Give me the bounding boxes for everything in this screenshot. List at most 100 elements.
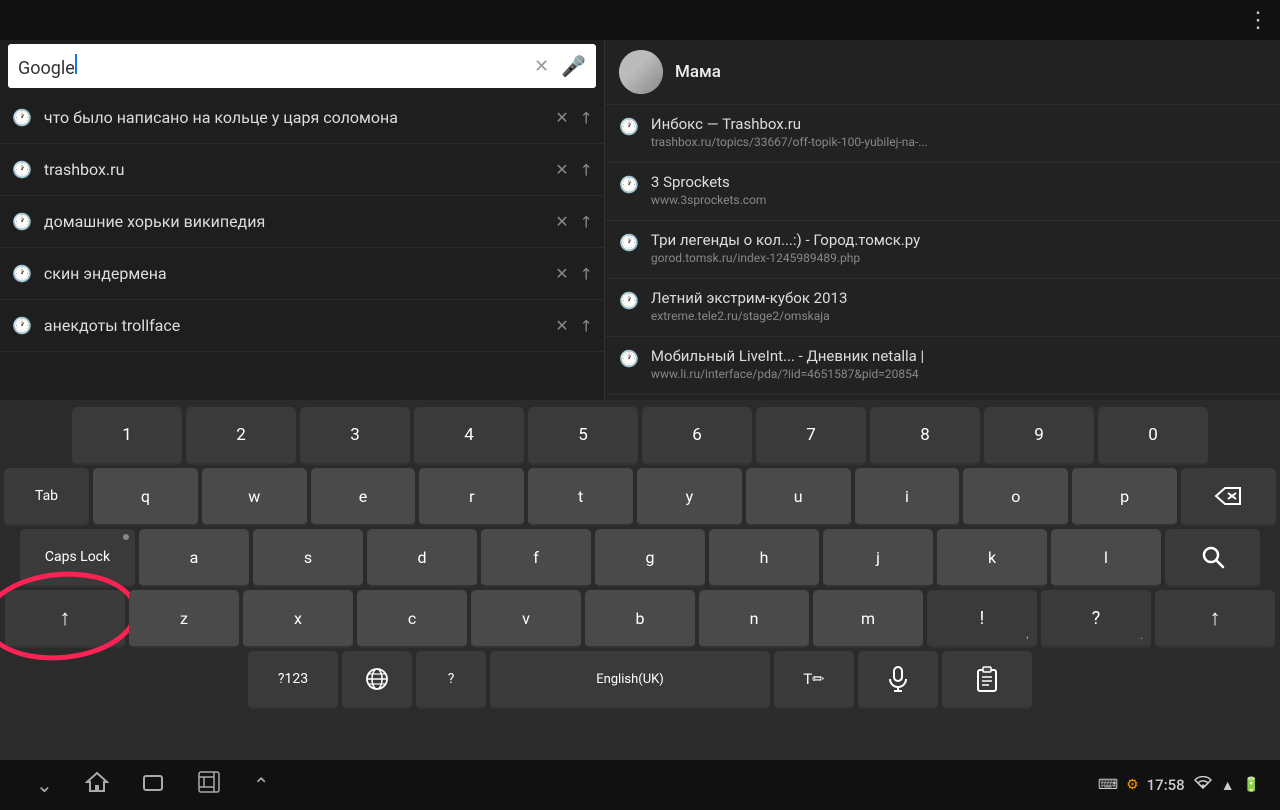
avatar-image — [619, 50, 663, 94]
fill-search-icon[interactable]: ↗ — [574, 210, 597, 233]
key-exclaim[interactable]: !، — [927, 590, 1037, 648]
key-2[interactable]: 2 — [186, 407, 296, 465]
suggestion-item[interactable]: 🕐 скин эндермена ✕ ↗ — [0, 248, 604, 300]
contact-item[interactable]: Мама — [605, 40, 1280, 105]
backspace-key[interactable] — [1181, 468, 1276, 526]
key-8[interactable]: 8 — [870, 407, 980, 465]
key-4[interactable]: 4 — [414, 407, 524, 465]
key-6[interactable]: 6 — [642, 407, 752, 465]
status-area: ⋮ — [1247, 8, 1270, 33]
home-icon — [85, 770, 109, 794]
key-7[interactable]: 7 — [756, 407, 866, 465]
key-w[interactable]: w — [202, 468, 307, 526]
remove-suggestion-icon[interactable]: ✕ — [555, 160, 568, 179]
remove-suggestion-icon[interactable]: ✕ — [555, 212, 568, 231]
history-url: www.3sprockets.com — [651, 193, 1266, 207]
key-3[interactable]: 3 — [300, 407, 410, 465]
question-key[interactable]: ? — [416, 651, 486, 709]
remove-suggestion-icon[interactable]: ✕ — [555, 316, 568, 335]
key-b[interactable]: b — [585, 590, 695, 648]
key-j[interactable]: j — [823, 529, 933, 587]
key-g[interactable]: g — [595, 529, 705, 587]
key-9[interactable]: 9 — [984, 407, 1094, 465]
key-x[interactable]: x — [243, 590, 353, 648]
num123-key[interactable]: ?123 — [248, 651, 338, 709]
key-i[interactable]: i — [855, 468, 960, 526]
back-button[interactable]: ⌄ — [20, 767, 69, 803]
history-icon: 🕐 — [619, 117, 639, 136]
history-icon: 🕐 — [619, 349, 639, 368]
caps-dot — [123, 534, 129, 540]
key-u[interactable]: u — [746, 468, 851, 526]
fill-search-icon[interactable]: ↗ — [574, 314, 597, 337]
suggestion-item[interactable]: 🕐 домашние хорьки википедия ✕ ↗ — [0, 196, 604, 248]
history-content: 3 Sprockets www.3sprockets.com — [651, 173, 1266, 207]
key-m[interactable]: m — [813, 590, 923, 648]
fill-search-icon[interactable]: ↗ — [574, 106, 597, 129]
key-k[interactable]: k — [937, 529, 1047, 587]
clear-icon[interactable]: ✕ — [534, 56, 549, 77]
search-key[interactable] — [1165, 529, 1260, 587]
history-item[interactable]: 🕐 Летний экстрим-кубок 2013 extreme.tele… — [605, 279, 1280, 337]
microphone-icon — [887, 666, 909, 692]
key-p[interactable]: p — [1072, 468, 1177, 526]
remove-suggestion-icon[interactable]: ✕ — [555, 264, 568, 283]
search-bar-icons: ✕ 🎤 — [534, 54, 586, 78]
key-o[interactable]: o — [963, 468, 1068, 526]
key-h[interactable]: h — [709, 529, 819, 587]
key-5[interactable]: 5 — [528, 407, 638, 465]
tab-key[interactable]: Tab — [4, 468, 89, 526]
time: 17:58 — [1147, 776, 1185, 794]
history-item[interactable]: 🕐 3 Sprockets www.3sprockets.com — [605, 163, 1280, 221]
key-c[interactable]: c — [357, 590, 467, 648]
key-t[interactable]: t — [528, 468, 633, 526]
screenshot-icon — [197, 770, 221, 794]
history-item[interactable]: 🕐 Инбокс — Trashbox.ru trashbox.ru/topic… — [605, 105, 1280, 163]
history-url: trashbox.ru/topics/33667/off-topik-100-y… — [651, 135, 1266, 149]
shift-left-key[interactable]: ↑ — [5, 590, 125, 648]
spacebar-key[interactable]: English(UK) — [490, 651, 770, 709]
search-input[interactable]: Google — [18, 54, 534, 79]
suggestion-item[interactable]: 🕐 что было написано на кольце у царя сол… — [0, 92, 604, 144]
signal-icon: ▲ — [1221, 777, 1235, 794]
key-1[interactable]: 1 — [72, 407, 182, 465]
history-url: www.li.ru/interface/pda/?iid=4651587&pid… — [651, 367, 1266, 381]
up-button[interactable]: ⌃ — [237, 767, 286, 803]
keyboard: 1 2 3 4 5 6 7 8 9 0 Tab q w e r t y u i … — [0, 400, 1280, 760]
fill-search-icon[interactable]: ↗ — [574, 262, 597, 285]
text-editor-key[interactable]: T✏ — [774, 651, 854, 709]
key-0[interactable]: 0 — [1098, 407, 1208, 465]
history-item[interactable]: 🕐 Мобильный LiveInt... - Дневник netalla… — [605, 337, 1280, 395]
clipboard-key[interactable] — [942, 651, 1032, 709]
key-e[interactable]: e — [311, 468, 416, 526]
key-a[interactable]: a — [139, 529, 249, 587]
key-v[interactable]: v — [471, 590, 581, 648]
key-r[interactable]: r — [419, 468, 524, 526]
key-y[interactable]: y — [637, 468, 742, 526]
suggestion-item[interactable]: 🕐 анекдоты trollface ✕ ↗ — [0, 300, 604, 352]
key-z[interactable]: z — [129, 590, 239, 648]
key-s[interactable]: s — [253, 529, 363, 587]
caps-lock-key[interactable]: Caps Lock — [20, 529, 135, 587]
menu-icon[interactable]: ⋮ — [1247, 8, 1270, 33]
search-bar[interactable]: Google ✕ 🎤 — [8, 44, 596, 88]
mic-key[interactable] — [858, 651, 938, 709]
history-item[interactable]: 🕐 Три легенды о кол...:) - Город.томск.р… — [605, 221, 1280, 279]
globe-key[interactable] — [342, 651, 412, 709]
key-question[interactable]: ?. — [1041, 590, 1151, 648]
history-content: Летний экстрим-кубок 2013 extreme.tele2.… — [651, 289, 1266, 323]
key-l[interactable]: l — [1051, 529, 1161, 587]
remove-suggestion-icon[interactable]: ✕ — [555, 108, 568, 127]
suggestion-text: анекдоты trollface — [44, 316, 555, 335]
mic-icon[interactable]: 🎤 — [561, 54, 586, 78]
key-q[interactable]: q — [93, 468, 198, 526]
history-title: Летний экстрим-кубок 2013 — [651, 289, 1266, 307]
key-f[interactable]: f — [481, 529, 591, 587]
fill-search-icon[interactable]: ↗ — [574, 158, 597, 181]
key-n[interactable]: n — [699, 590, 809, 648]
suggestion-item[interactable]: 🕐 trashbox.ru ✕ ↗ — [0, 144, 604, 196]
key-d[interactable]: d — [367, 529, 477, 587]
shift-right-key[interactable]: ↑ — [1155, 590, 1275, 648]
globe-icon — [364, 666, 390, 692]
shift-left-arrow: ↑ — [60, 605, 71, 631]
